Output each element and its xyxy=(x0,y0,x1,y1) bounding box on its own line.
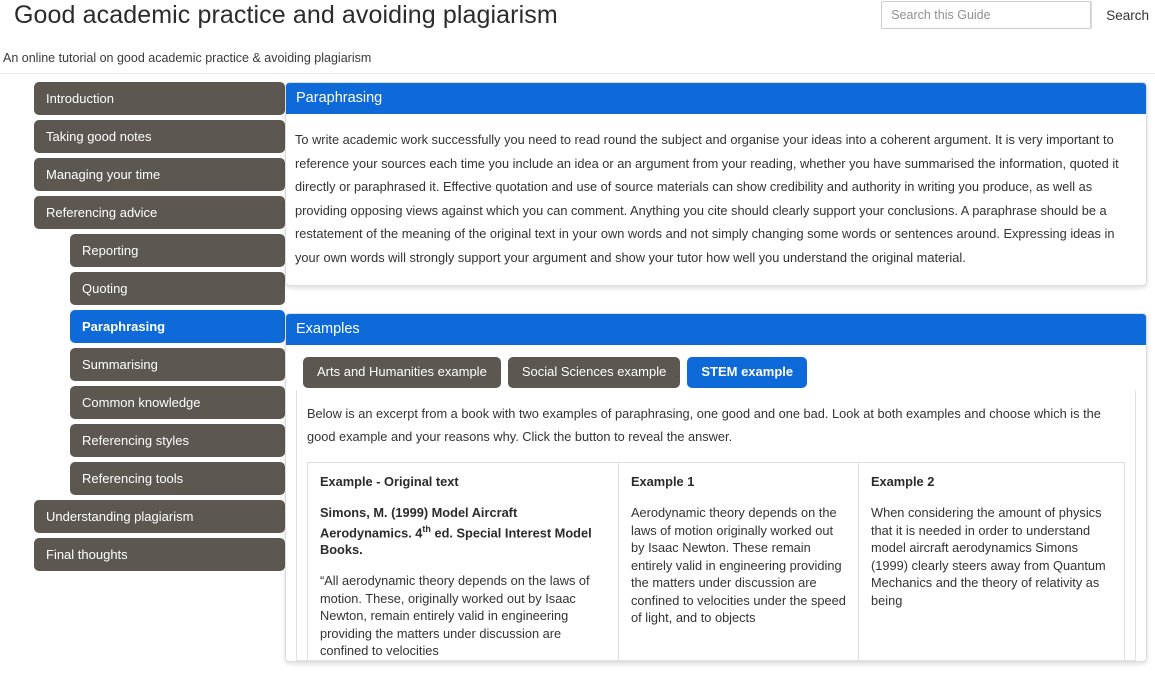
example-column-original: Example - Original text Simons, M. (1999… xyxy=(308,463,619,660)
guide-navigation: Introduction Taking good notes Managing yo… xyxy=(0,82,285,576)
original-column-text: “All aerodynamic theory depends on the l… xyxy=(320,573,590,659)
paraphrasing-card: Paraphrasing To write academic work succ… xyxy=(285,82,1147,286)
examples-tab[interactable]: STEM example xyxy=(687,357,808,388)
paraphrasing-card-body: To write academic work successfully you … xyxy=(286,114,1146,285)
sidebar-item[interactable]: Common knowledge xyxy=(70,386,285,419)
sidebar-item[interactable]: Reporting xyxy=(70,234,285,267)
search-input[interactable] xyxy=(881,1,1092,29)
citation-ordinal-suffix: th xyxy=(422,524,431,534)
paraphrasing-card-heading: Paraphrasing xyxy=(286,83,1146,114)
sidebar-item[interactable]: Referencing advice xyxy=(34,196,285,229)
examples-tab[interactable]: Social Sciences example xyxy=(507,357,681,388)
example1-column-title: Example 1 xyxy=(631,474,695,489)
example-column-two: Example 2 When considering the amount of… xyxy=(859,463,1125,660)
examples-table: Example - Original text Simons, M. (1999… xyxy=(307,462,1125,660)
paraphrasing-body-text: To write academic work successfully you … xyxy=(295,132,1119,265)
sidebar-item[interactable]: Introduction xyxy=(34,82,285,115)
original-column-title: Example - Original text xyxy=(320,474,459,489)
sidebar-item[interactable]: Referencing tools xyxy=(70,462,285,495)
examples-card-heading: Examples xyxy=(286,314,1146,345)
examples-tab-panel: Below is an excerpt from a book with two… xyxy=(296,390,1136,661)
guide-search: Search xyxy=(881,1,1155,29)
examples-intro-text: Below is an excerpt from a book with two… xyxy=(307,406,1101,444)
page-body: Introduction Taking good notes Managing yo… xyxy=(0,74,1155,689)
sidebar-item[interactable]: Summarising xyxy=(70,348,285,381)
example1-column-text: Aerodynamic theory depends on the laws o… xyxy=(631,505,846,625)
sidebar-item[interactable]: Referencing styles xyxy=(70,424,285,457)
sidebar-item[interactable]: Managing your time xyxy=(34,158,285,191)
example-column-one: Example 1 Aerodynamic theory depends on … xyxy=(619,463,859,660)
main-content: Paraphrasing To write academic work succ… xyxy=(285,82,1155,689)
examples-tab[interactable]: Arts and Humanities example xyxy=(303,357,501,388)
page-subtitle: An online tutorial on good academic prac… xyxy=(3,51,372,65)
example2-column-title: Example 2 xyxy=(871,474,935,489)
example2-column-text: When considering the amount of physics t… xyxy=(871,505,1106,608)
examples-card: Examples Arts and Humanities example Soci… xyxy=(285,313,1147,662)
sidebar-item[interactable]: Quoting xyxy=(70,272,285,305)
sidebar-item[interactable]: Taking good notes xyxy=(34,120,285,153)
page-title: Good academic practice and avoiding plag… xyxy=(14,1,558,29)
search-button[interactable]: Search xyxy=(1091,1,1155,29)
sidebar-item[interactable]: Understanding plagiarism xyxy=(34,500,285,533)
sidebar-item[interactable]: Paraphrasing xyxy=(70,310,285,343)
original-citation: Simons, M. (1999) Model Aircraft Aerodyn… xyxy=(320,504,606,558)
sidebar-item[interactable]: Final thoughts xyxy=(34,538,285,571)
examples-tab-list: Arts and Humanities example Social Scienc… xyxy=(286,345,1146,388)
site-header: Good academic practice and avoiding plag… xyxy=(0,0,1155,74)
